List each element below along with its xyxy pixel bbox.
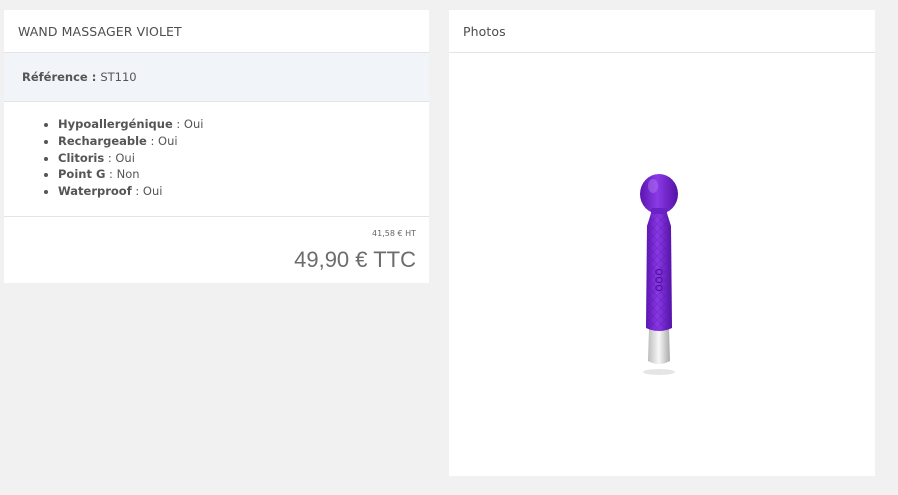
wand-massager-icon[interactable]: [629, 168, 689, 378]
feature-label: Rechargeable: [58, 133, 147, 148]
reference-value: ST110: [100, 70, 137, 84]
price-ttc: 49,90 € TTC: [294, 247, 416, 272]
feature-item-rechargeable: Rechargeable : Oui: [58, 133, 429, 150]
reference-label: Référence :: [22, 70, 97, 84]
product-title: WAND MASSAGER VIOLET: [4, 10, 429, 53]
photos-panel: Photos: [449, 10, 875, 476]
feature-item-clitoris: Clitoris : Oui: [58, 150, 429, 167]
feature-list: Hypoallergénique : Oui Rechargeable : Ou…: [4, 102, 429, 217]
feature-label: Hypoallergénique: [58, 117, 173, 131]
feature-item-hypoallergenic: Hypoallergénique : Oui: [58, 116, 429, 133]
feature-label: Point G: [58, 167, 106, 182]
price-box: 41,58 € HT 49,90 € TTC: [4, 217, 429, 282]
feature-item-point-g: Point G : Non: [58, 166, 429, 183]
photo-area: [449, 53, 875, 476]
photos-title: Photos: [449, 10, 875, 53]
feature-label: Waterproof: [58, 184, 132, 199]
reference-row: Référence : ST110: [4, 53, 429, 102]
feature-value: : Oui: [104, 150, 135, 165]
feature-value: : Oui: [172, 117, 204, 131]
feature-value: : Non: [105, 167, 140, 182]
feature-value: : Oui: [131, 184, 163, 199]
feature-value: : Oui: [146, 133, 178, 148]
feature-item-waterproof: Waterproof : Oui: [58, 183, 429, 200]
feature-label: Clitoris: [58, 150, 105, 165]
price-ht: 41,58 € HT: [372, 229, 416, 238]
product-panel: WAND MASSAGER VIOLET Référence : ST110 H…: [4, 10, 429, 283]
